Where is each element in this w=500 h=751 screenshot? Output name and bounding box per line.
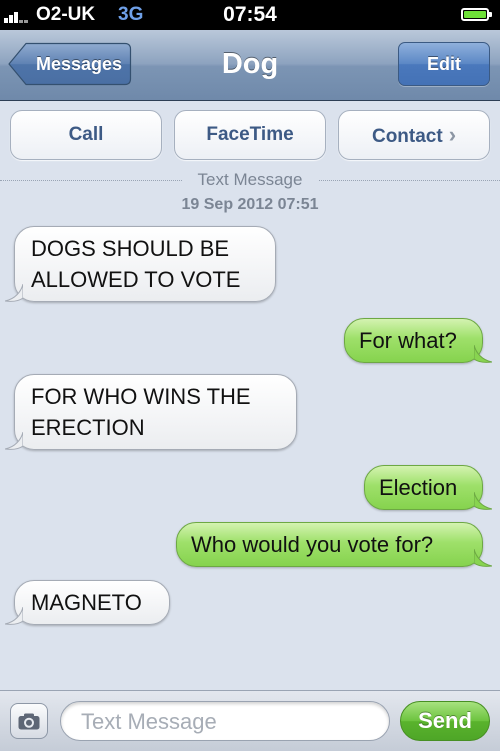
navigation-bar: Messages Dog Edit xyxy=(0,30,500,101)
bubble-tail-icon xyxy=(5,284,23,302)
incoming-message-bubble[interactable]: MAGNETO xyxy=(5,580,170,625)
status-bar: O2-UK 3G 07:54 xyxy=(0,0,500,30)
send-button[interactable]: Send xyxy=(400,701,490,741)
conversation-title: Dog xyxy=(221,48,279,80)
back-button-label: Messages xyxy=(35,54,123,74)
message-composer: Send xyxy=(0,690,500,751)
message-line: FOR WHO WINS THE xyxy=(31,384,251,409)
outgoing-message-bubble[interactable]: Who would you vote for? xyxy=(176,522,492,567)
message-line: Election xyxy=(379,475,458,500)
call-button[interactable]: Call xyxy=(10,110,162,160)
call-button-label: Call xyxy=(68,124,104,145)
message-text-field[interactable] xyxy=(60,701,390,742)
back-to-messages-button[interactable]: Messages xyxy=(8,42,132,86)
service-label: Text Message xyxy=(182,170,318,190)
contact-actions: Call FaceTime Contact › xyxy=(0,110,500,162)
message-line: ERECTION xyxy=(31,415,145,440)
message-timestamp: 19 Sep 2012 07:51 xyxy=(181,196,319,213)
message-line: Who would you vote for? xyxy=(191,532,434,557)
bubble-tail-icon xyxy=(5,432,23,450)
facetime-button[interactable]: FaceTime xyxy=(174,110,326,160)
incoming-message-bubble[interactable]: DOGS SHOULD BE ALLOWED TO VOTE xyxy=(5,226,276,302)
contact-button-label: Contact xyxy=(371,126,443,147)
outgoing-message-bubble[interactable]: Election xyxy=(364,465,492,510)
message-input[interactable] xyxy=(79,702,379,742)
edit-button[interactable]: Edit xyxy=(398,42,490,86)
bubble-tail-icon xyxy=(474,549,492,567)
chevron-right-icon: › xyxy=(448,122,457,147)
bubble-tail-icon xyxy=(5,607,23,625)
message-line: MAGNETO xyxy=(31,590,142,615)
status-time: 07:54 xyxy=(223,3,277,26)
bubble-tail-icon xyxy=(474,345,492,363)
battery-icon xyxy=(461,8,492,21)
message-line: For what? xyxy=(359,328,457,353)
message-line: DOGS SHOULD BE xyxy=(31,236,230,261)
contact-button[interactable]: Contact › xyxy=(338,110,490,160)
camera-icon xyxy=(18,713,40,730)
camera-button[interactable] xyxy=(10,703,48,739)
outgoing-message-bubble[interactable]: For what? xyxy=(344,318,492,363)
incoming-message-bubble[interactable]: FOR WHO WINS THE ERECTION xyxy=(5,374,297,450)
message-line: ALLOWED TO VOTE xyxy=(31,267,241,292)
bubble-tail-icon xyxy=(474,492,492,510)
facetime-button-label: FaceTime xyxy=(206,124,294,145)
